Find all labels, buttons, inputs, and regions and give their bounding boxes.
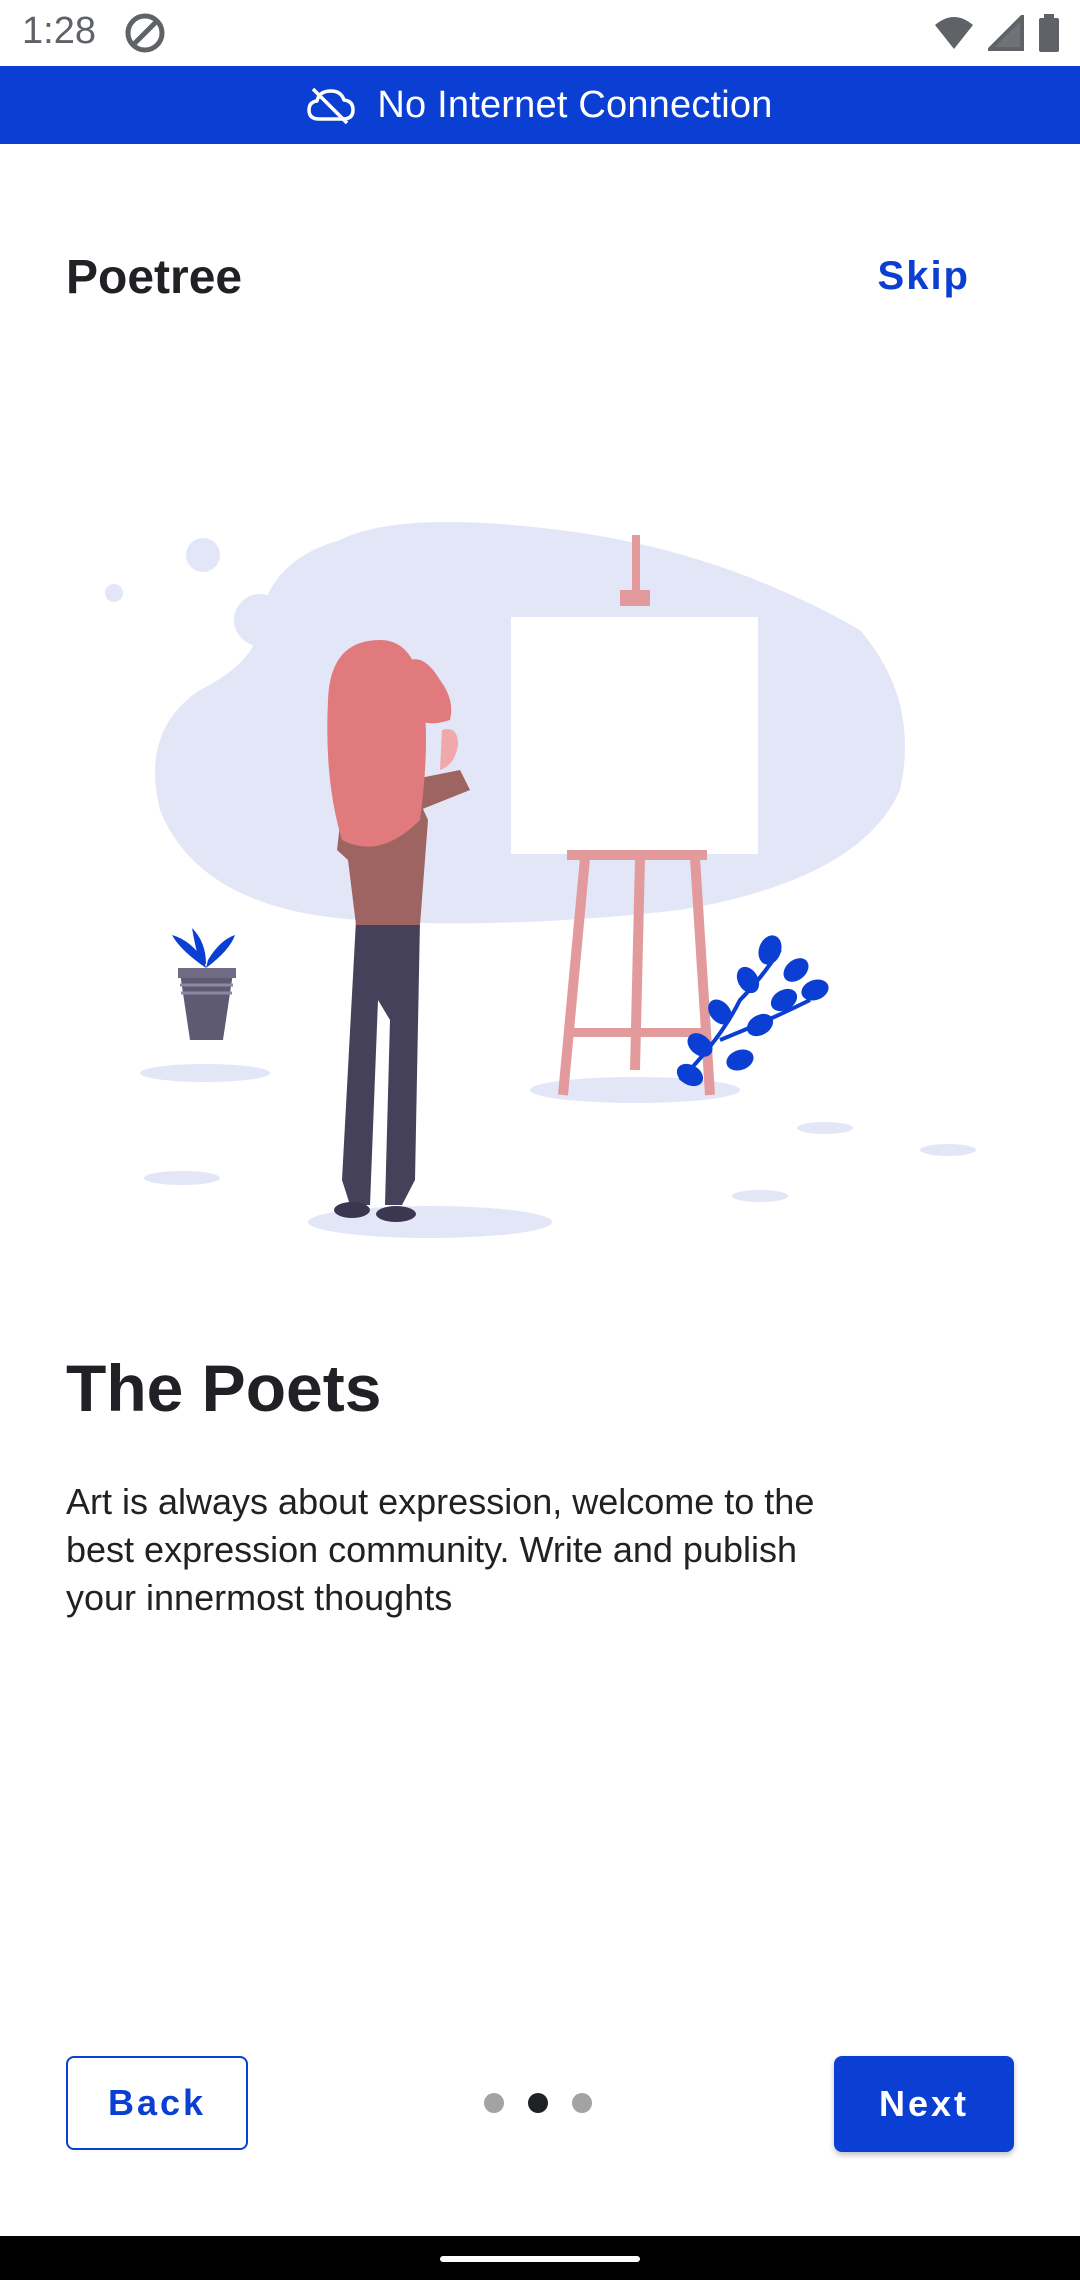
app-title: Poetree [66, 251, 243, 304]
cloud-off-icon [307, 87, 356, 125]
home-gesture-pill[interactable] [440, 2256, 640, 2262]
at-sign-icon [125, 13, 165, 53]
woman-painting-illustration [105, 522, 976, 1238]
next-button[interactable]: Next [834, 2056, 1014, 2152]
cellular-icon [988, 15, 1024, 51]
page-indicator [484, 2093, 592, 2113]
page-description: Art is always about expression, welcome … [66, 1481, 815, 1618]
offline-banner-text: No Internet Connection [377, 83, 773, 126]
skip-button[interactable]: Skip [878, 254, 970, 299]
page-dot-2-active [528, 2093, 548, 2113]
page-heading: The Poets [66, 1351, 382, 1425]
page-dot-1 [484, 2093, 504, 2113]
page-dot-3 [572, 2093, 592, 2113]
wifi-icon [935, 17, 973, 49]
back-button[interactable]: Back [66, 2056, 248, 2150]
system-nav-bar [0, 2236, 1080, 2280]
offline-banner: No Internet Connection [0, 66, 1080, 144]
status-bar: 1:28 [0, 0, 1080, 66]
status-time: 1:28 [22, 10, 96, 52]
battery-icon [1039, 14, 1059, 52]
status-icons [934, 12, 1060, 54]
